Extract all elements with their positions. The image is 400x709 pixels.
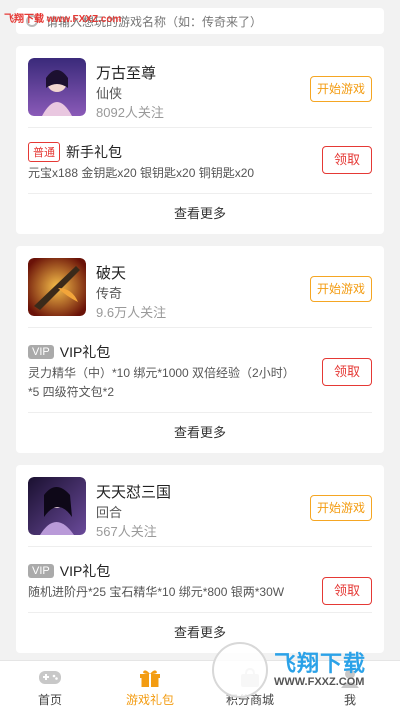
game-icon-potian xyxy=(28,258,86,316)
gift-row: VIP VIP礼包 灵力精华（中）*10 绑元*1000 双倍经验（2小时）*5 … xyxy=(28,328,372,413)
game-name: 破天 xyxy=(96,265,127,282)
claim-gift-button[interactable]: 领取 xyxy=(322,146,372,174)
game-category: 传奇 xyxy=(96,286,123,301)
game-row[interactable]: 万古至尊 仙侠 8092人关注 开始游戏 xyxy=(28,46,372,128)
game-name: 天天怼三国 xyxy=(96,484,172,501)
watermark-logo-text: 飞翔下载 xyxy=(274,651,367,676)
game-icon-tiantian xyxy=(28,477,86,535)
gift-title: 普通 新手礼包 xyxy=(28,142,372,164)
view-more-link[interactable]: 查看更多 xyxy=(28,194,372,234)
game-row[interactable]: 天天怼三国 回合 567人关注 开始游戏 xyxy=(28,465,372,547)
gift-badge: VIP xyxy=(28,564,54,578)
gift-row: VIP VIP礼包 随机进阶丹*25 宝石精华*10 绑元*800 银两*30W … xyxy=(28,547,372,613)
game-icon-wangu xyxy=(28,58,86,116)
game-followers: 9.6万人关注 xyxy=(96,305,167,320)
game-category: 回合 xyxy=(96,505,123,520)
game-gift-list: 万古至尊 仙侠 8092人关注 开始游戏 普通 新手礼包 元宝x188 金钥匙x2… xyxy=(16,46,384,665)
watermark-emblem xyxy=(212,642,268,698)
tab-label: 游戏礼包 xyxy=(125,693,174,707)
view-more-link[interactable]: 查看更多 xyxy=(28,413,372,453)
game-card: 万古至尊 仙侠 8092人关注 开始游戏 普通 新手礼包 元宝x188 金钥匙x2… xyxy=(16,46,384,234)
claim-gift-button[interactable]: 领取 xyxy=(322,358,372,386)
start-game-button[interactable]: 开始游戏 xyxy=(310,76,372,102)
gift-name: 新手礼包 xyxy=(66,144,122,160)
tab-label: 首页 xyxy=(37,693,62,707)
gift-name: VIP礼包 xyxy=(59,344,111,360)
start-game-button[interactable]: 开始游戏 xyxy=(310,276,372,302)
gift-row: 普通 新手礼包 元宝x188 金钥匙x20 银钥匙x20 铜钥匙x20 领取 xyxy=(28,128,372,194)
game-name: 万古至尊 xyxy=(96,65,157,82)
watermark-logo: 飞翔下载 WWW.FXXZ.COM xyxy=(212,640,392,700)
start-game-button[interactable]: 开始游戏 xyxy=(310,495,372,521)
tab-home[interactable]: 首页 xyxy=(0,661,100,709)
watermark-text: 飞翔下载 www.FXXZ.com xyxy=(4,14,122,25)
watermark-url: WWW.FXXZ.COM xyxy=(274,676,365,688)
gamepad-icon xyxy=(39,671,61,684)
gift-description: 随机进阶丹*25 宝石精华*10 绑元*800 银两*30W xyxy=(28,585,285,599)
gift-description: 灵力精华（中）*10 绑元*1000 双倍经验（2小时）*5 四级符文包*2 xyxy=(28,366,289,399)
gift-description: 元宝x188 金钥匙x20 银钥匙x20 铜钥匙x20 xyxy=(28,166,255,180)
game-row[interactable]: 破天 传奇 9.6万人关注 开始游戏 xyxy=(28,246,372,328)
gift-name: VIP礼包 xyxy=(59,563,111,579)
gift-icon xyxy=(140,670,160,687)
game-followers: 8092人关注 xyxy=(96,105,164,120)
game-card: 破天 传奇 9.6万人关注 开始游戏 VIP VIP礼包 灵力精华（中）*10 绑… xyxy=(16,246,384,453)
gift-title: VIP VIP礼包 xyxy=(28,342,372,364)
game-category: 仙侠 xyxy=(96,86,123,101)
gift-badge: VIP xyxy=(28,345,54,359)
gift-badge: 普通 xyxy=(28,142,60,162)
gift-title: VIP VIP礼包 xyxy=(28,561,372,583)
claim-gift-button[interactable]: 领取 xyxy=(322,577,372,605)
tab-game-gifts[interactable]: 游戏礼包 xyxy=(100,661,200,709)
game-followers: 567人关注 xyxy=(96,524,157,539)
game-card: 天天怼三国 回合 567人关注 开始游戏 VIP VIP礼包 随机进阶丹*25 宝… xyxy=(16,465,384,653)
